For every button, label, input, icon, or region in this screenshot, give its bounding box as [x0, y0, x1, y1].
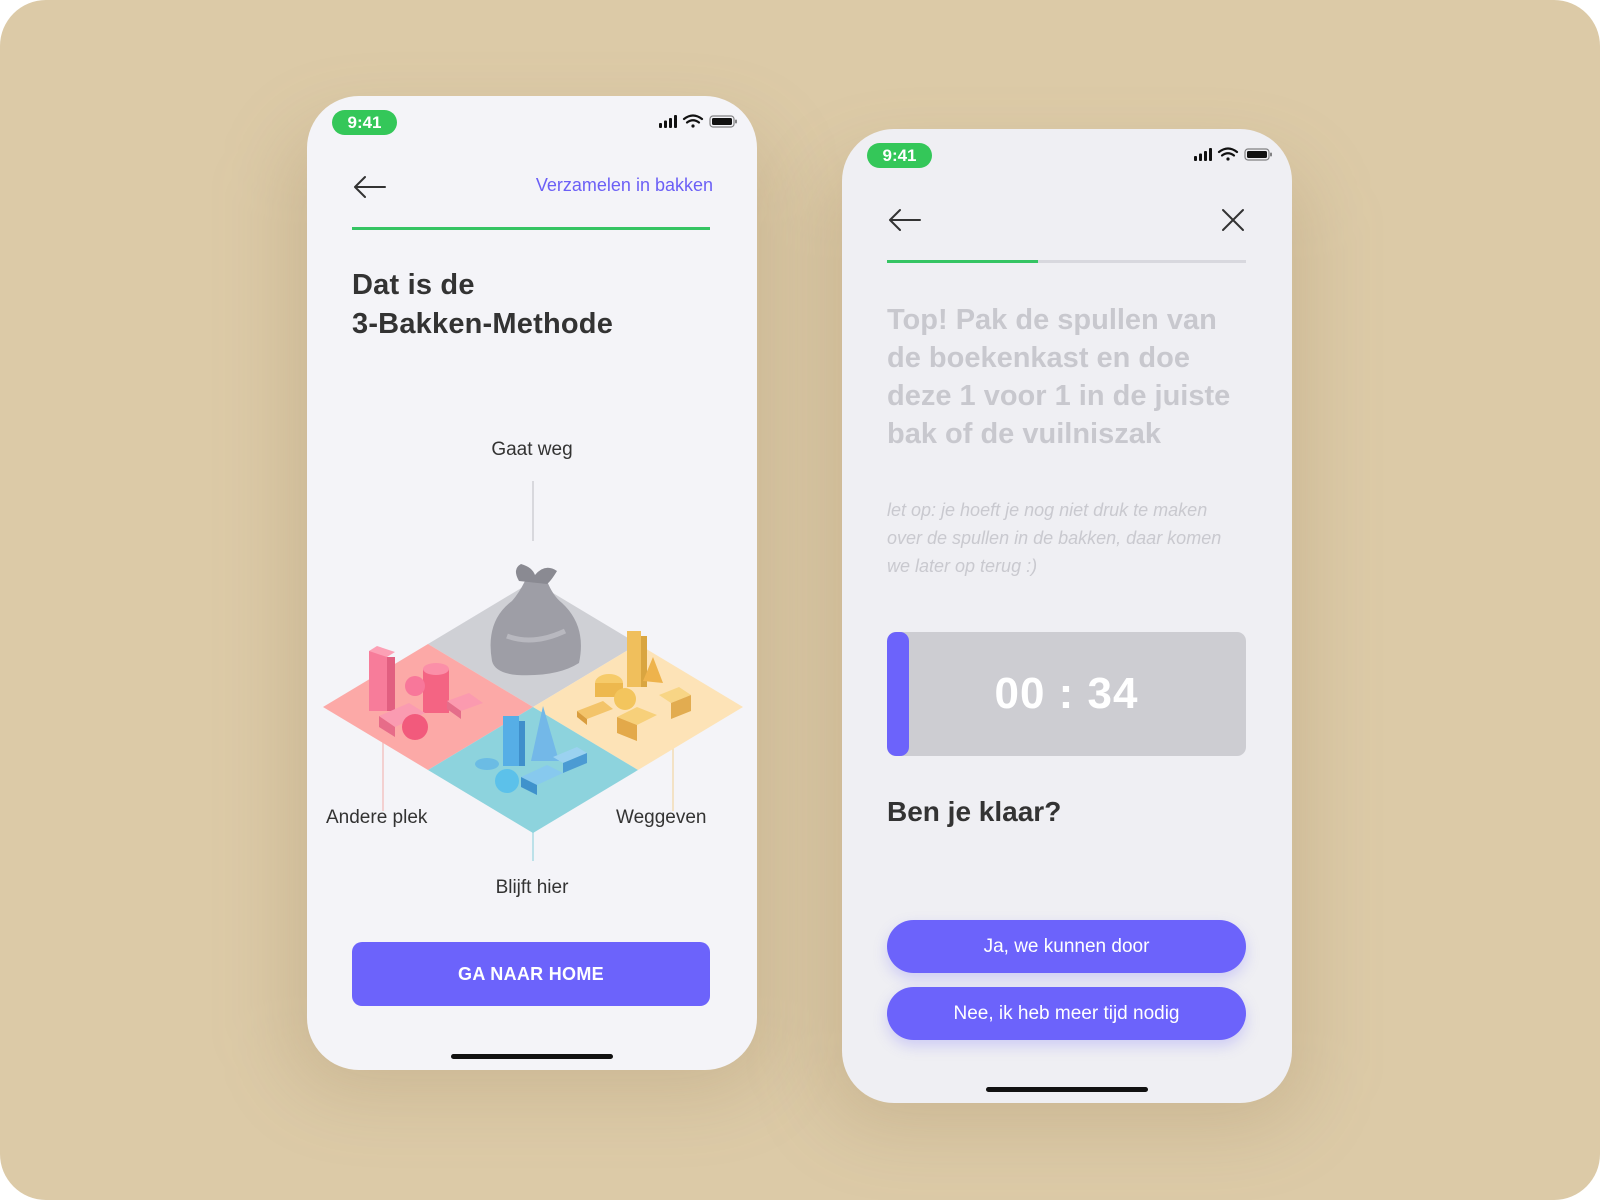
progress-track — [887, 260, 1246, 263]
instruction-text: Top! Pak de spullen van de boekenkast en… — [887, 304, 1231, 450]
page-title-line1: Dat is de — [352, 269, 475, 301]
status-time: 9:41 — [867, 143, 932, 168]
label-weggeven: Weggeven — [616, 807, 707, 828]
battery-icon — [1244, 148, 1272, 161]
signal-icon — [659, 115, 677, 128]
countdown-timer: 00 : 34 — [887, 632, 1246, 756]
home-indicator — [451, 1054, 613, 1059]
page-title: Dat is de 3-Bakken-Methode — [352, 266, 613, 344]
phone-screen-timer: 9:41 Top! Pak de spullen van de boekenka… — [842, 129, 1292, 1103]
label-blijft-hier: Blijft hier — [495, 877, 569, 898]
timer-value: 00 : 34 — [994, 669, 1139, 718]
progress-track — [352, 227, 710, 230]
label-andere-plek: Andere plek — [326, 807, 428, 828]
wifi-icon — [1217, 147, 1239, 161]
home-indicator — [986, 1087, 1148, 1092]
signal-icon — [1194, 148, 1212, 161]
wifi-icon — [682, 114, 704, 128]
section-link[interactable]: Verzamelen in bakken — [536, 175, 713, 196]
arrow-left-icon[interactable] — [886, 205, 926, 235]
go-home-button[interactable]: GA NAAR HOME — [352, 942, 710, 1006]
trash-bag-icon — [490, 564, 581, 676]
progress-fill — [352, 227, 710, 230]
three-bins-illustration — [323, 481, 743, 861]
status-time: 9:41 — [332, 110, 397, 135]
background-canvas: 9:41 Verzamelen in bakken Dat is de 3-Ba… — [0, 0, 1600, 1200]
close-icon[interactable] — [1218, 205, 1248, 235]
battery-icon — [709, 115, 737, 128]
label-gaat-weg: Gaat weg — [491, 439, 573, 460]
status-icons — [1194, 147, 1272, 161]
phone-screen-method: 9:41 Verzamelen in bakken Dat is de 3-Ba… — [307, 96, 757, 1070]
page-title-line2: 3-Bakken-Methode — [352, 308, 614, 340]
note-text: let op: je hoeft je nog niet druk te mak… — [887, 500, 1222, 576]
arrow-left-icon[interactable] — [351, 172, 391, 202]
question-heading: Ben je klaar? — [887, 796, 1062, 827]
yes-continue-button[interactable]: Ja, we kunnen door — [887, 920, 1246, 973]
progress-fill — [887, 260, 1038, 263]
need-more-time-button[interactable]: Nee, ik heb meer tijd nodig — [887, 987, 1246, 1040]
status-icons — [659, 114, 737, 128]
